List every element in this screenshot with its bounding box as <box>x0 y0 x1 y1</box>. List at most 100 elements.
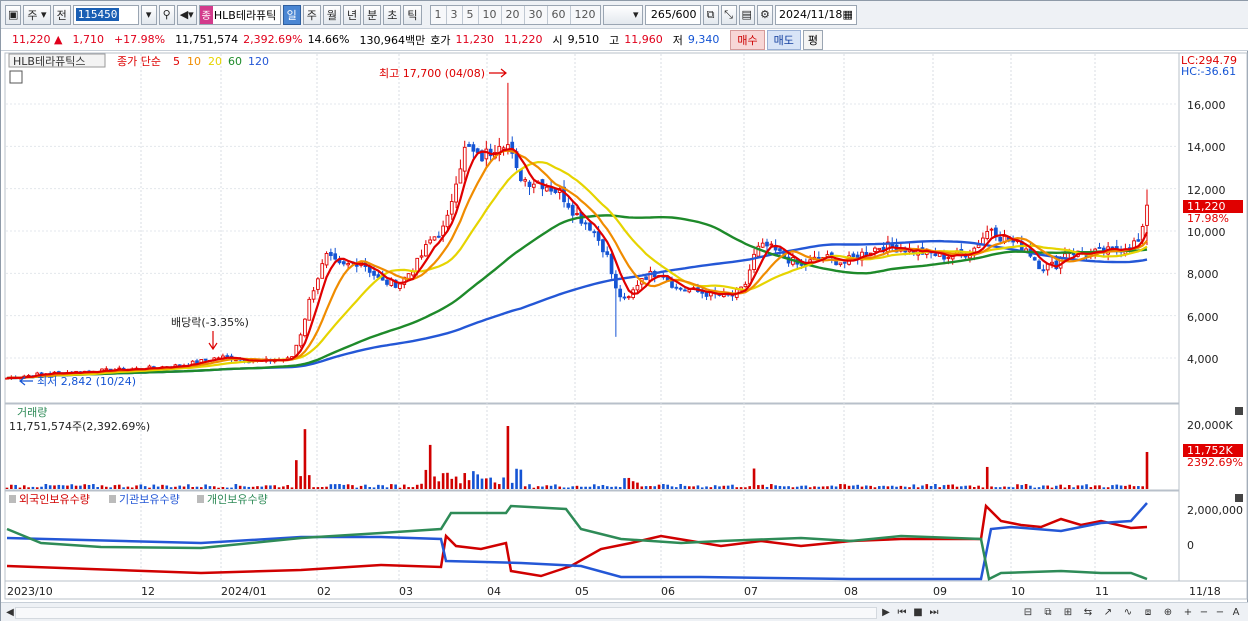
split-icon[interactable]: ⧉ <box>1041 605 1055 620</box>
interval-5[interactable]: 5 <box>462 5 479 24</box>
period-second[interactable]: 초 <box>383 4 402 25</box>
candle-body <box>873 247 877 252</box>
search-icon[interactable]: ⚲ <box>158 4 175 25</box>
calendar-icon[interactable]: ▦ <box>843 8 853 21</box>
volume-bar <box>368 487 372 489</box>
volume-bar <box>592 484 596 489</box>
interval-custom-dropdown[interactable]: ▾ <box>602 4 643 25</box>
code-dropdown-icon[interactable]: ▾ <box>140 4 157 25</box>
scale-icon[interactable]: ⊞ <box>1061 605 1075 620</box>
period-year[interactable]: 년 <box>343 4 362 25</box>
zoom-in-icon[interactable]: + <box>1181 605 1195 620</box>
interval-120[interactable]: 120 <box>570 5 600 24</box>
price-tick-12000: 12,000 <box>1187 184 1226 197</box>
interval-10[interactable]: 10 <box>478 5 502 24</box>
bar-count-field[interactable]: 265/600 <box>644 4 701 25</box>
gear-icon[interactable]: ⚙ <box>756 4 773 25</box>
volume-bar <box>264 485 268 489</box>
volume-bar <box>22 485 26 489</box>
volume-bar <box>459 483 462 489</box>
price-tick-14000: 14,000 <box>1187 141 1226 154</box>
holding-close-icon[interactable] <box>1235 494 1243 502</box>
indicator-icon[interactable]: ∿ <box>1121 605 1135 620</box>
overlay-icon[interactable]: ⧈ <box>1141 605 1155 620</box>
volume-bar <box>899 485 903 489</box>
save-icon[interactable]: ▤ <box>738 4 755 25</box>
sell-button[interactable]: 매도 <box>766 29 801 50</box>
candle-body <box>531 183 536 188</box>
interval-60[interactable]: 60 <box>547 5 571 24</box>
scroll-track[interactable] <box>15 607 877 619</box>
period-day[interactable]: 일 <box>282 4 301 25</box>
volume-bar <box>873 487 877 489</box>
price-tick-10000: 10,000 <box>1187 226 1226 239</box>
volume-bar <box>428 444 432 489</box>
volume-bar <box>221 487 225 489</box>
ma-20-label: 20 <box>208 55 222 68</box>
period-week[interactable]: 주 <box>302 4 321 25</box>
volume-bar <box>843 484 847 489</box>
interval-30[interactable]: 30 <box>524 5 548 24</box>
candle-body <box>195 360 199 364</box>
volume-bar <box>96 487 99 489</box>
scroll-right-icon[interactable]: ▶ <box>879 605 893 620</box>
market-select[interactable]: 주 ▾ <box>23 4 51 25</box>
candle-body <box>760 242 765 248</box>
zoom-minus-icon[interactable]: − <box>1213 605 1227 620</box>
volume-bar <box>1063 487 1067 489</box>
speaker-icon[interactable]: ◀▾ <box>176 4 197 25</box>
low-label: 저 <box>672 33 683 47</box>
prev-button[interactable]: 전 <box>52 4 71 25</box>
candle-body <box>1097 246 1102 249</box>
window-icon[interactable]: ▣ <box>5 4 22 25</box>
volume-bar <box>372 487 376 489</box>
period-minute[interactable]: 분 <box>363 4 382 25</box>
date-field[interactable]: 2024/11/18 ▦ <box>774 4 857 25</box>
open-price: 9,510 <box>567 33 600 46</box>
ask-price: 11,230 <box>455 33 495 46</box>
volume-bar <box>1046 485 1049 489</box>
volume-bar <box>79 485 82 489</box>
volume-bar <box>972 487 976 489</box>
candle-body <box>976 244 981 248</box>
layout-icon[interactable]: ⊟ <box>1021 605 1035 620</box>
volume-bar <box>346 484 350 489</box>
magnet-icon[interactable]: ⊕ <box>1161 605 1175 620</box>
stock-name-field[interactable]: 종 HLB테라퓨틱 <box>198 4 281 25</box>
date-value: 2024/11/18 <box>778 8 843 21</box>
volume-bar <box>839 483 842 489</box>
chart-area[interactable]: HLB테라퓨틱스 종가 단순 5 10 20 60 120 LC:294.79 … <box>1 51 1248 602</box>
volume-bar <box>856 484 859 489</box>
candle-body <box>1037 260 1041 270</box>
interval-1[interactable]: 1 <box>430 5 447 24</box>
stop-icon[interactable]: ■ <box>911 605 925 620</box>
eval-button[interactable]: 평 <box>802 29 823 50</box>
candle-body <box>346 263 350 266</box>
first-page-icon[interactable]: ⏮ <box>895 605 909 620</box>
calculator-icon[interactable] <box>9 70 23 84</box>
volume-bar <box>31 486 35 489</box>
interval-3[interactable]: 3 <box>446 5 463 24</box>
volume-bar <box>532 487 536 489</box>
zoom-out-icon[interactable]: − <box>1197 605 1211 620</box>
candle-body <box>303 318 307 337</box>
volume-bar <box>359 485 363 489</box>
buy-button[interactable]: 매수 <box>730 29 765 50</box>
compare-icon[interactable]: ⇆ <box>1081 605 1095 620</box>
draw-tool-icon[interactable]: ⤡ <box>720 4 737 25</box>
period-tick[interactable]: 틱 <box>403 4 422 25</box>
volume-close-icon[interactable] <box>1235 407 1243 415</box>
stock-code: 115450 <box>75 8 120 21</box>
period-month[interactable]: 월 <box>322 4 342 25</box>
auto-scale-icon[interactable]: A <box>1229 605 1243 620</box>
volume-bar <box>774 485 777 489</box>
x-label-10: 10 <box>1011 585 1025 598</box>
candle-body <box>626 296 631 299</box>
stock-code-input[interactable]: 115450 <box>72 4 139 25</box>
next-page-icon[interactable]: ⏭ <box>927 605 941 620</box>
volume-bar <box>1020 485 1024 489</box>
trend-icon[interactable]: ↗ <box>1101 605 1115 620</box>
interval-20[interactable]: 20 <box>501 5 525 24</box>
chart-canvas[interactable]: HLB테라퓨틱스 종가 단순 5 10 20 60 120 LC:294.79 … <box>1 51 1248 602</box>
candle-type-icon[interactable]: ⧉ <box>702 4 719 25</box>
